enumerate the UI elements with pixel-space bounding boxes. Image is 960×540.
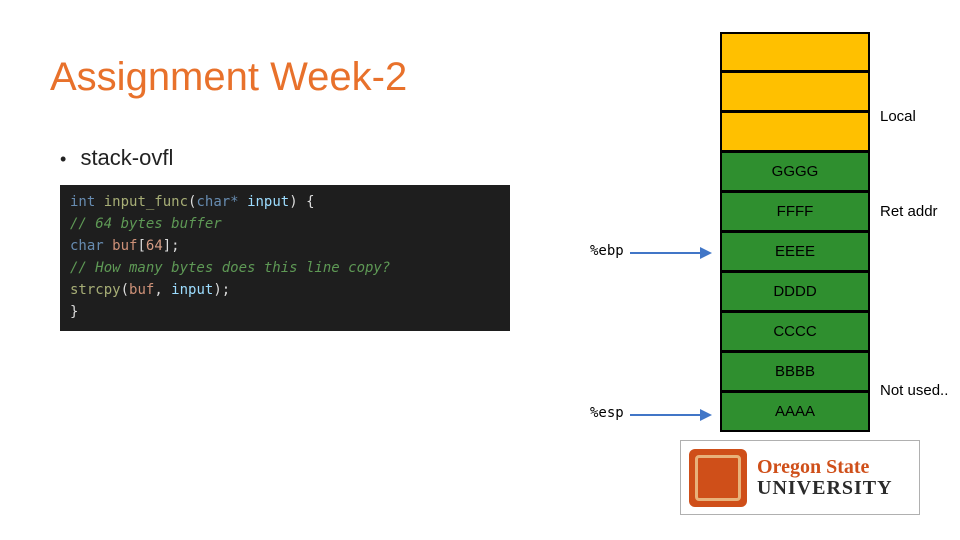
code-funcname: input_func bbox=[104, 194, 188, 210]
arrow-ebp bbox=[630, 252, 710, 254]
code-decl-name: buf bbox=[112, 238, 137, 254]
stack-cell-local-1 bbox=[720, 32, 870, 72]
label-ebp: %ebp bbox=[590, 243, 624, 259]
logo-line2: UNIVERSITY bbox=[757, 478, 893, 499]
code-snippet: int input_func(char* input) { // 64 byte… bbox=[60, 185, 510, 331]
logo-line1a: Oregon bbox=[757, 456, 821, 478]
arrow-esp bbox=[630, 414, 710, 416]
stack-cell-g: GGGG bbox=[720, 152, 870, 192]
code-comment-1: // 64 bytes buffer bbox=[70, 213, 500, 235]
bullet-dot: • bbox=[60, 149, 66, 170]
stack-cell-f: FFFF bbox=[720, 192, 870, 232]
code-type: int bbox=[70, 194, 95, 210]
osu-logo: Oregon State UNIVERSITY bbox=[680, 440, 920, 515]
code-decl-size: 64 bbox=[146, 238, 163, 254]
stack-diagram: GGGG FFFF EEEE DDDD CCCC BBBB AAAA bbox=[720, 32, 870, 432]
slide-title: Assignment Week-2 bbox=[50, 55, 407, 100]
label-local: Local bbox=[880, 108, 916, 125]
osu-wordmark: Oregon State UNIVERSITY bbox=[757, 457, 893, 499]
label-esp: %esp bbox=[590, 405, 624, 421]
osu-crest-icon bbox=[689, 449, 747, 507]
label-retaddr: Ret addr bbox=[880, 203, 938, 220]
stack-cell-a: AAAA bbox=[720, 392, 870, 432]
stack-cell-local-2 bbox=[720, 72, 870, 112]
code-call: strcpy bbox=[70, 282, 121, 298]
bullet-text: stack-ovfl bbox=[80, 145, 173, 170]
stack-cell-d: DDDD bbox=[720, 272, 870, 312]
code-arg1: buf bbox=[129, 282, 154, 298]
code-comment-2: // How many bytes does this line copy? bbox=[70, 257, 500, 279]
code-arg2: input bbox=[171, 282, 213, 298]
stack-cell-e: EEEE bbox=[720, 232, 870, 272]
stack-cell-b: BBBB bbox=[720, 352, 870, 392]
stack-cell-local-3 bbox=[720, 112, 870, 152]
logo-line1b: State bbox=[826, 456, 869, 478]
code-decl-type: char bbox=[70, 238, 104, 254]
bullet-item: • stack-ovfl bbox=[60, 145, 173, 171]
label-notused: Not used.. bbox=[880, 382, 948, 399]
code-paramtype: char* bbox=[196, 194, 238, 210]
stack-cell-c: CCCC bbox=[720, 312, 870, 352]
code-paramname: input bbox=[247, 194, 289, 210]
